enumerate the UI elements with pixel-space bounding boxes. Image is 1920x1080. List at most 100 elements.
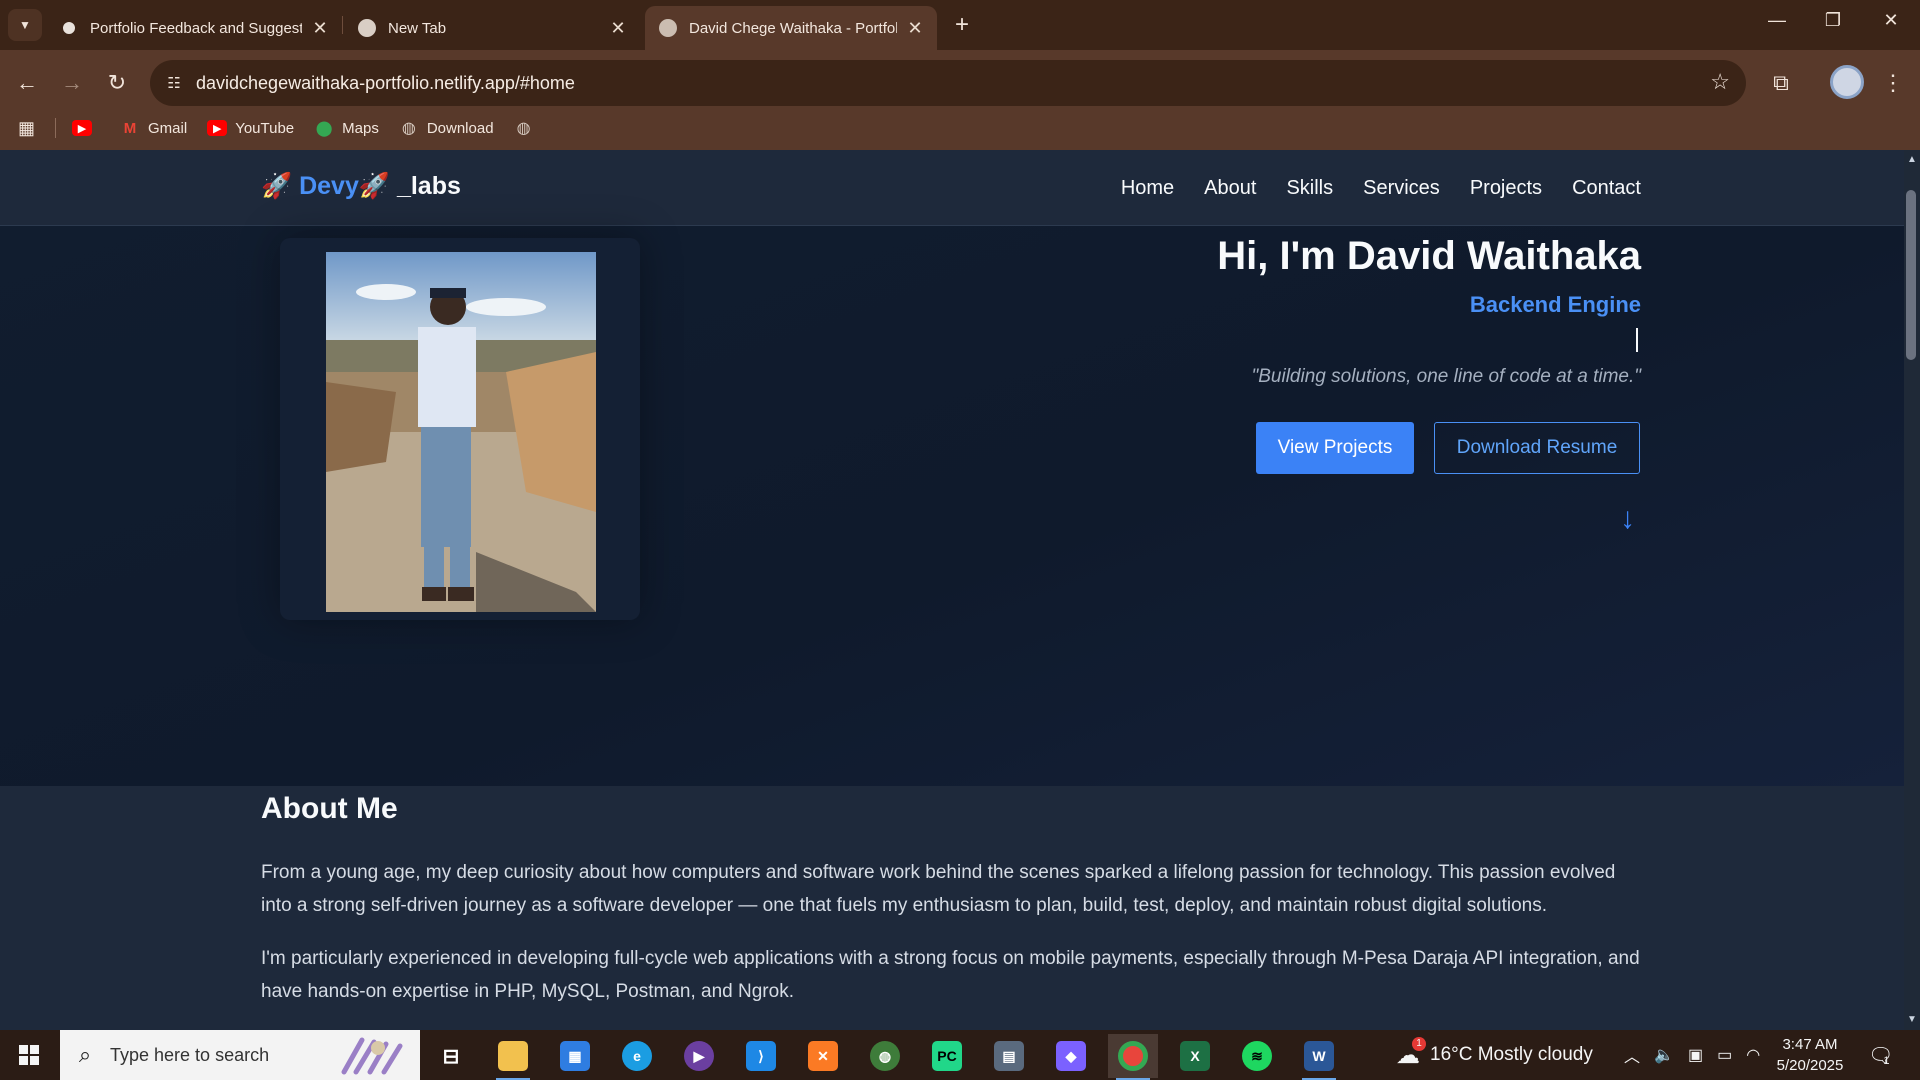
- close-tab-icon[interactable]: ✕: [608, 18, 628, 39]
- xampp-app[interactable]: ✕: [798, 1034, 848, 1078]
- back-icon[interactable]: ←: [10, 66, 44, 100]
- chrome-icon: [1118, 1041, 1148, 1071]
- browser-tab-strip: ▼ Portfolio Feedback and Suggest ✕ New T…: [0, 0, 1920, 50]
- profile-avatar[interactable]: [1830, 65, 1864, 99]
- tab-portfolio-feedback[interactable]: Portfolio Feedback and Suggest ✕: [46, 6, 342, 50]
- site-logo[interactable]: 🚀 Devy🚀 _labs: [261, 172, 461, 201]
- view-projects-button[interactable]: View Projects: [1256, 422, 1414, 474]
- globe-icon: ◍: [516, 120, 531, 137]
- url-text[interactable]: davidchegewaithaka-portfolio.netlify.app…: [196, 73, 575, 94]
- new-tab-button[interactable]: +: [950, 12, 974, 38]
- hero-title: Hi, I'm David Waithaka: [1217, 234, 1641, 278]
- meet-now-icon[interactable]: ▣: [1688, 1045, 1703, 1065]
- reload-icon[interactable]: ↻: [100, 66, 134, 100]
- youtube-icon: ▶: [72, 120, 93, 136]
- nav-projects[interactable]: Projects: [1470, 177, 1542, 200]
- minimize-icon[interactable]: —: [1762, 10, 1792, 31]
- nav-services[interactable]: Services: [1363, 177, 1440, 200]
- search-icon: ⌕: [78, 1042, 92, 1067]
- about-paragraph-1: From a young age, my deep curiosity abou…: [261, 862, 1616, 916]
- extensions-icon[interactable]: ⧉: [1764, 66, 1798, 100]
- nav-contact[interactable]: Contact: [1572, 177, 1641, 200]
- apps-grid-icon[interactable]: ▦: [18, 118, 35, 139]
- bookmark-download[interactable]: ◍ Download: [399, 120, 494, 138]
- chrome-app[interactable]: [1108, 1034, 1158, 1080]
- m365-icon: ◆: [1056, 1041, 1086, 1071]
- scroll-down-arrow-icon[interactable]: ↓: [1620, 502, 1635, 536]
- globe-icon: ◍: [870, 1041, 900, 1071]
- tab-search-button[interactable]: ▼: [8, 9, 42, 41]
- taskbar-clock[interactable]: 3:47 AM 5/20/2025: [1760, 1034, 1860, 1076]
- restore-icon[interactable]: ❐: [1818, 10, 1848, 31]
- excel-icon: X: [1180, 1041, 1210, 1071]
- openai-icon: [60, 19, 78, 37]
- bookmark-youtube[interactable]: ▶ YouTube: [207, 120, 294, 137]
- media-player-app[interactable]: ▶: [674, 1034, 724, 1078]
- maps-icon: ⬤: [315, 120, 333, 137]
- system-tray: ︿ 🔈 ▣ ▭ ◠: [1624, 1030, 1760, 1080]
- start-button[interactable]: [0, 1030, 58, 1080]
- calculator-app[interactable]: ▤: [984, 1034, 1034, 1078]
- kebab-menu-icon[interactable]: ⋮: [1876, 66, 1910, 100]
- notifications-button[interactable]: 🗨 1: [1868, 1030, 1894, 1080]
- bookmark-youtube-short[interactable]: ▶: [72, 120, 100, 136]
- tab-portfolio[interactable]: David Chege Waithaka - Portfol ✕: [645, 6, 937, 50]
- hero-section: Hi, I'm David Waithaka Backend Engine "B…: [0, 226, 1904, 786]
- taskbar-search-box[interactable]: ⌕ Type here to search: [60, 1030, 420, 1080]
- scrollbar-thumb[interactable]: [1906, 190, 1916, 360]
- bookmark-globe[interactable]: ◍: [514, 120, 542, 137]
- store-icon: ▦: [560, 1041, 590, 1071]
- bookmark-star-icon[interactable]: ☆: [1710, 69, 1730, 95]
- cloudy-weather-icon: ☁ 1: [1396, 1036, 1426, 1070]
- globe-icon: [659, 19, 677, 37]
- bookmark-maps[interactable]: ⬤ Maps: [314, 120, 379, 138]
- site-info-icon[interactable]: ☷: [160, 69, 188, 97]
- bookmarks-divider: [55, 118, 57, 138]
- microsoft-store-app[interactable]: ▦: [550, 1034, 600, 1078]
- scroll-down-icon[interactable]: ▼: [1904, 1014, 1920, 1025]
- clock-time: 3:47 AM: [1782, 1036, 1838, 1053]
- tab-new-tab[interactable]: New Tab ✕: [344, 6, 640, 50]
- spotify-app[interactable]: ≋: [1232, 1034, 1282, 1078]
- about-heading: About Me: [261, 792, 398, 825]
- edge-app[interactable]: e: [612, 1034, 662, 1078]
- youtube-icon: ▶: [207, 120, 228, 136]
- wifi-icon[interactable]: ◠: [1746, 1045, 1760, 1065]
- weather-widget[interactable]: ☁ 1 16°C Mostly cloudy: [1396, 1030, 1593, 1080]
- volume-icon[interactable]: 🔈: [1654, 1045, 1674, 1065]
- globe-app[interactable]: ◍: [860, 1034, 910, 1078]
- excel-app[interactable]: X: [1170, 1034, 1220, 1078]
- vscode-app[interactable]: ⟩: [736, 1034, 786, 1078]
- task-view-icon: ⊟: [442, 1045, 460, 1068]
- chrome-icon: [358, 19, 376, 37]
- nav-skills[interactable]: Skills: [1286, 177, 1333, 200]
- file-explorer-app[interactable]: [488, 1034, 538, 1080]
- word-app[interactable]: W: [1294, 1034, 1344, 1080]
- rocket-icon: 🚀: [261, 172, 293, 200]
- battery-icon[interactable]: ▭: [1717, 1045, 1732, 1065]
- chevron-up-icon[interactable]: ︿: [1624, 1043, 1640, 1067]
- notification-icon: 🗨: [1868, 1044, 1894, 1067]
- pycharm-app[interactable]: PC: [922, 1034, 972, 1078]
- close-tab-icon[interactable]: ✕: [905, 18, 925, 39]
- bookmark-gmail[interactable]: M Gmail: [120, 120, 187, 137]
- site-nav-links: Home About Skills Services Projects Cont…: [1091, 177, 1641, 200]
- calculator-icon: ▤: [994, 1041, 1024, 1071]
- nav-about[interactable]: About: [1204, 177, 1256, 200]
- pycharm-icon: PC: [932, 1041, 962, 1071]
- nav-home[interactable]: Home: [1121, 177, 1174, 200]
- close-tab-icon[interactable]: ✕: [310, 18, 330, 39]
- microsoft-365-app[interactable]: ◆: [1046, 1034, 1096, 1078]
- search-placeholder: Type here to search: [110, 1044, 270, 1065]
- task-view-button[interactable]: ⊟: [426, 1034, 476, 1078]
- scroll-up-icon[interactable]: ▲: [1904, 154, 1920, 165]
- download-resume-button[interactable]: Download Resume: [1434, 422, 1640, 474]
- typing-caret: [1636, 328, 1638, 352]
- site-header: 🚀 Devy🚀 _labs Home About Skills Services…: [0, 150, 1904, 226]
- forward-icon[interactable]: →: [55, 66, 89, 100]
- close-window-icon[interactable]: ✕: [1876, 10, 1906, 31]
- chevron-down-icon: ▼: [19, 18, 31, 32]
- address-bar[interactable]: ☷ davidchegewaithaka-portfolio.netlify.a…: [150, 60, 1746, 106]
- globe-icon: ◍: [401, 120, 416, 137]
- bookmarks-bar: ▦ ▶ M Gmail ▶ YouTube ⬤ Maps ◍ Download …: [0, 106, 1920, 150]
